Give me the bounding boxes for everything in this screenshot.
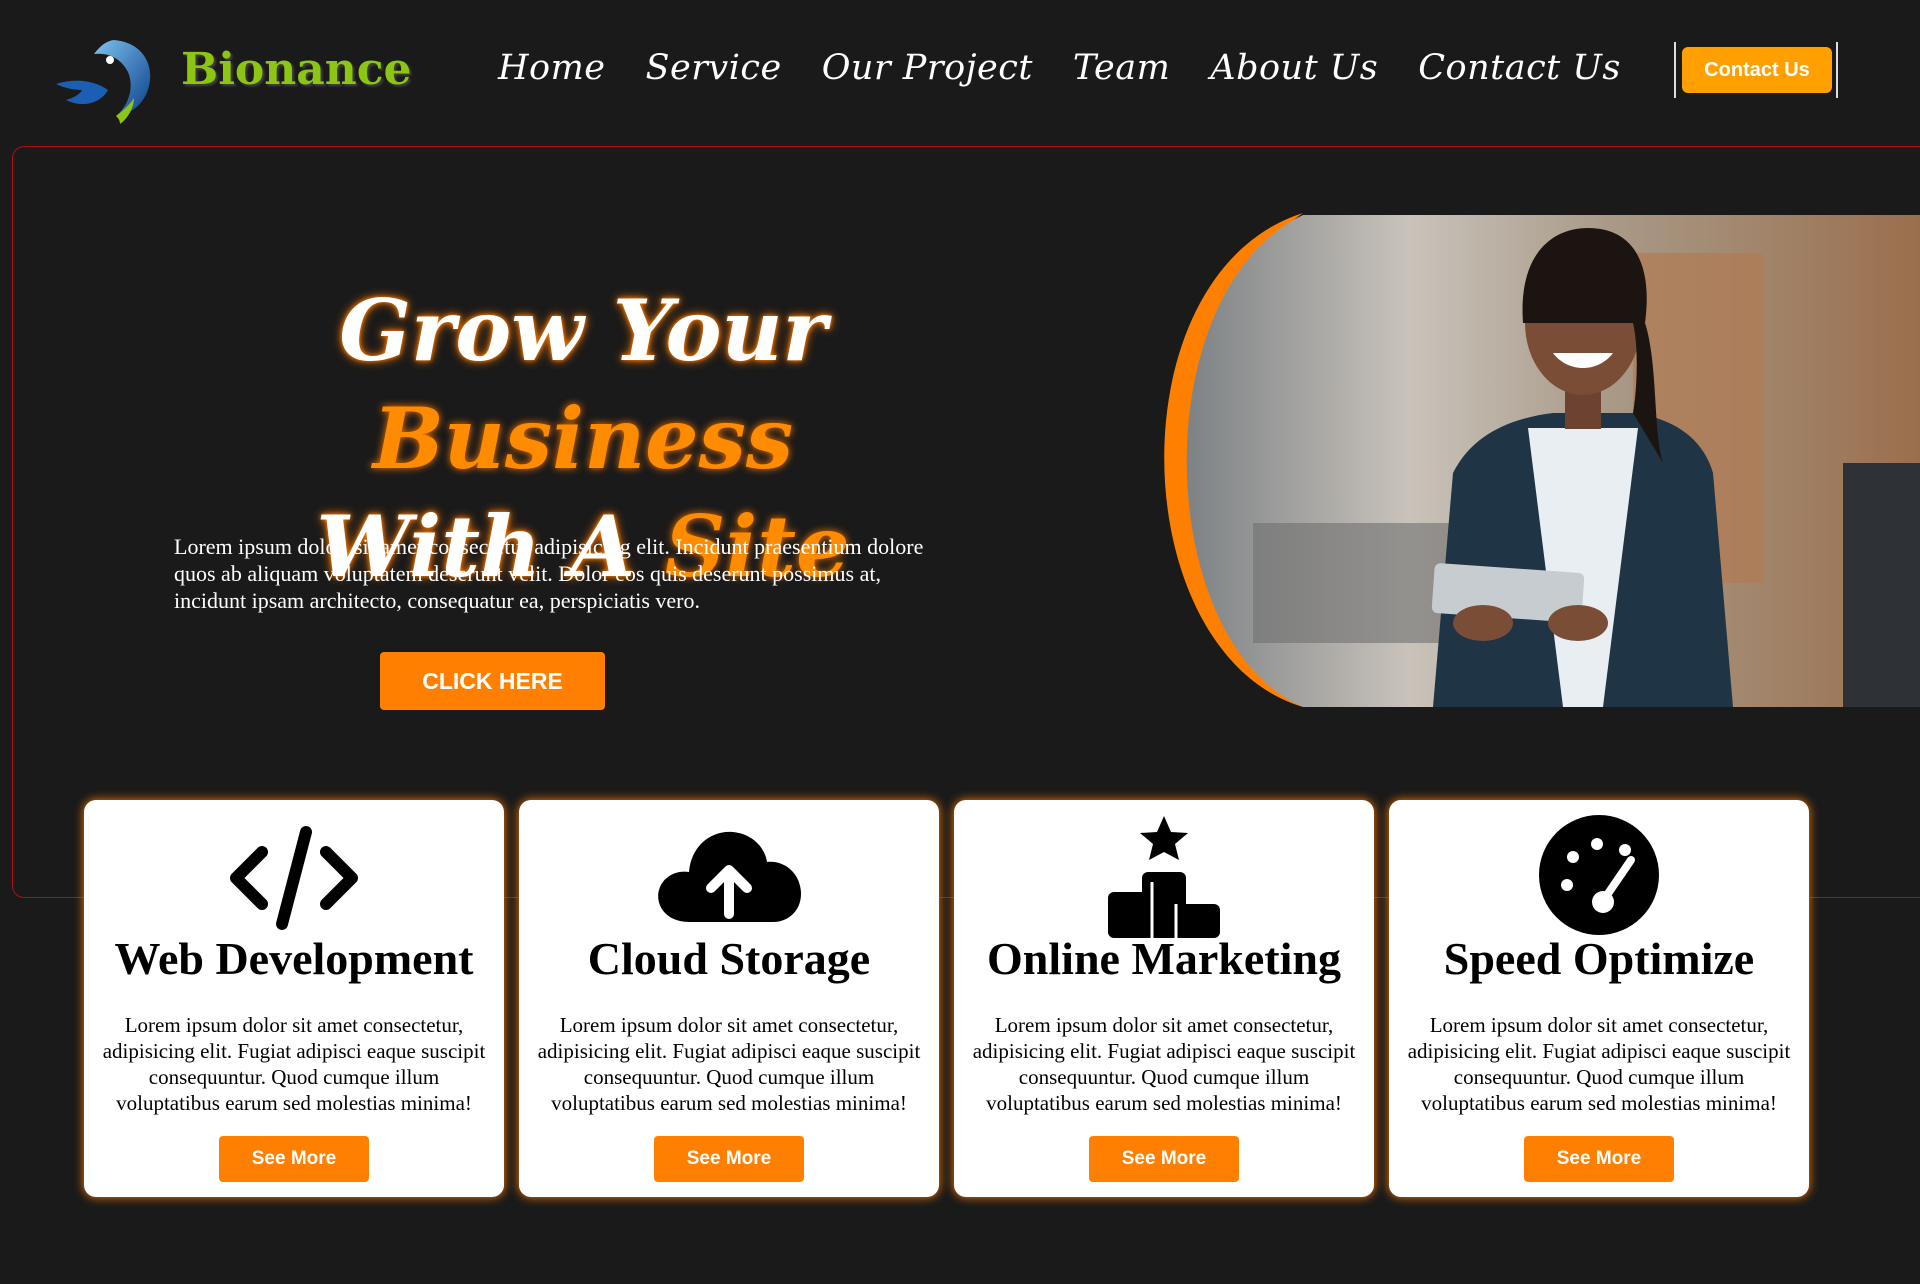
- hero-title-highlight: Business: [372, 389, 794, 488]
- nav-contact-us[interactable]: Contact Us: [1418, 48, 1621, 88]
- main-nav: Home Service Our Project Team About Us C…: [498, 48, 1661, 88]
- businesswoman-photo: [1164, 213, 1920, 707]
- service-card-online-marketing: Online Marketing Lorem ipsum dolor sit a…: [954, 800, 1374, 1197]
- see-more-button[interactable]: See More: [1524, 1136, 1674, 1182]
- service-text: Lorem ipsum dolor sit amet consectetur, …: [972, 1013, 1356, 1115]
- contact-us-button[interactable]: Contact Us: [1682, 47, 1832, 93]
- bird-logo-icon[interactable]: [54, 38, 154, 124]
- see-more-button[interactable]: See More: [1089, 1136, 1239, 1182]
- hero-title-line1: Grow Your Business: [339, 281, 827, 488]
- services-list: Web Development Lorem ipsum dolor sit am…: [84, 800, 1809, 1197]
- nav-home[interactable]: Home: [498, 48, 606, 88]
- nav-service[interactable]: Service: [646, 48, 782, 88]
- brand-name[interactable]: Bionance: [181, 44, 412, 95]
- speedometer-icon: [1539, 815, 1659, 935]
- click-here-button[interactable]: CLICK HERE: [380, 652, 605, 710]
- service-title: Cloud Storage: [587, 933, 871, 984]
- nav-about-us[interactable]: About Us: [1210, 48, 1378, 88]
- hero-title-part: Grow Your: [339, 281, 827, 380]
- service-title: Online Marketing: [987, 933, 1341, 984]
- service-text: Lorem ipsum dolor sit amet consectetur, …: [1407, 1013, 1791, 1115]
- service-card-speed-optimize: Speed Optimize Lorem ipsum dolor sit ame…: [1389, 800, 1809, 1197]
- cloud-upload-icon: [658, 831, 801, 922]
- ranking-podium-icon: [1108, 816, 1220, 938]
- service-card-cloud-storage: Cloud Storage Lorem ipsum dolor sit amet…: [519, 800, 939, 1197]
- service-title: Web Development: [114, 933, 474, 984]
- code-icon: [230, 826, 358, 930]
- hero-section: Grow Your Business With A Site Lorem ips…: [12, 146, 1920, 898]
- service-title: Speed Optimize: [1443, 933, 1755, 984]
- site-header: Bionance Home Service Our Project Team A…: [0, 0, 1920, 140]
- see-more-button[interactable]: See More: [219, 1136, 369, 1182]
- service-text: Lorem ipsum dolor sit amet consectetur, …: [537, 1013, 921, 1115]
- service-text: Lorem ipsum dolor sit amet consectetur, …: [102, 1013, 486, 1115]
- see-more-button[interactable]: See More: [654, 1136, 804, 1182]
- nav-team[interactable]: Team: [1073, 48, 1170, 88]
- nav-our-project[interactable]: Our Project: [822, 48, 1033, 88]
- hero-description: Lorem ipsum dolor, sit amet consectetur …: [174, 534, 924, 613]
- contact-button-frame: Contact Us: [1674, 42, 1838, 98]
- service-card-web-development: Web Development Lorem ipsum dolor sit am…: [84, 800, 504, 1197]
